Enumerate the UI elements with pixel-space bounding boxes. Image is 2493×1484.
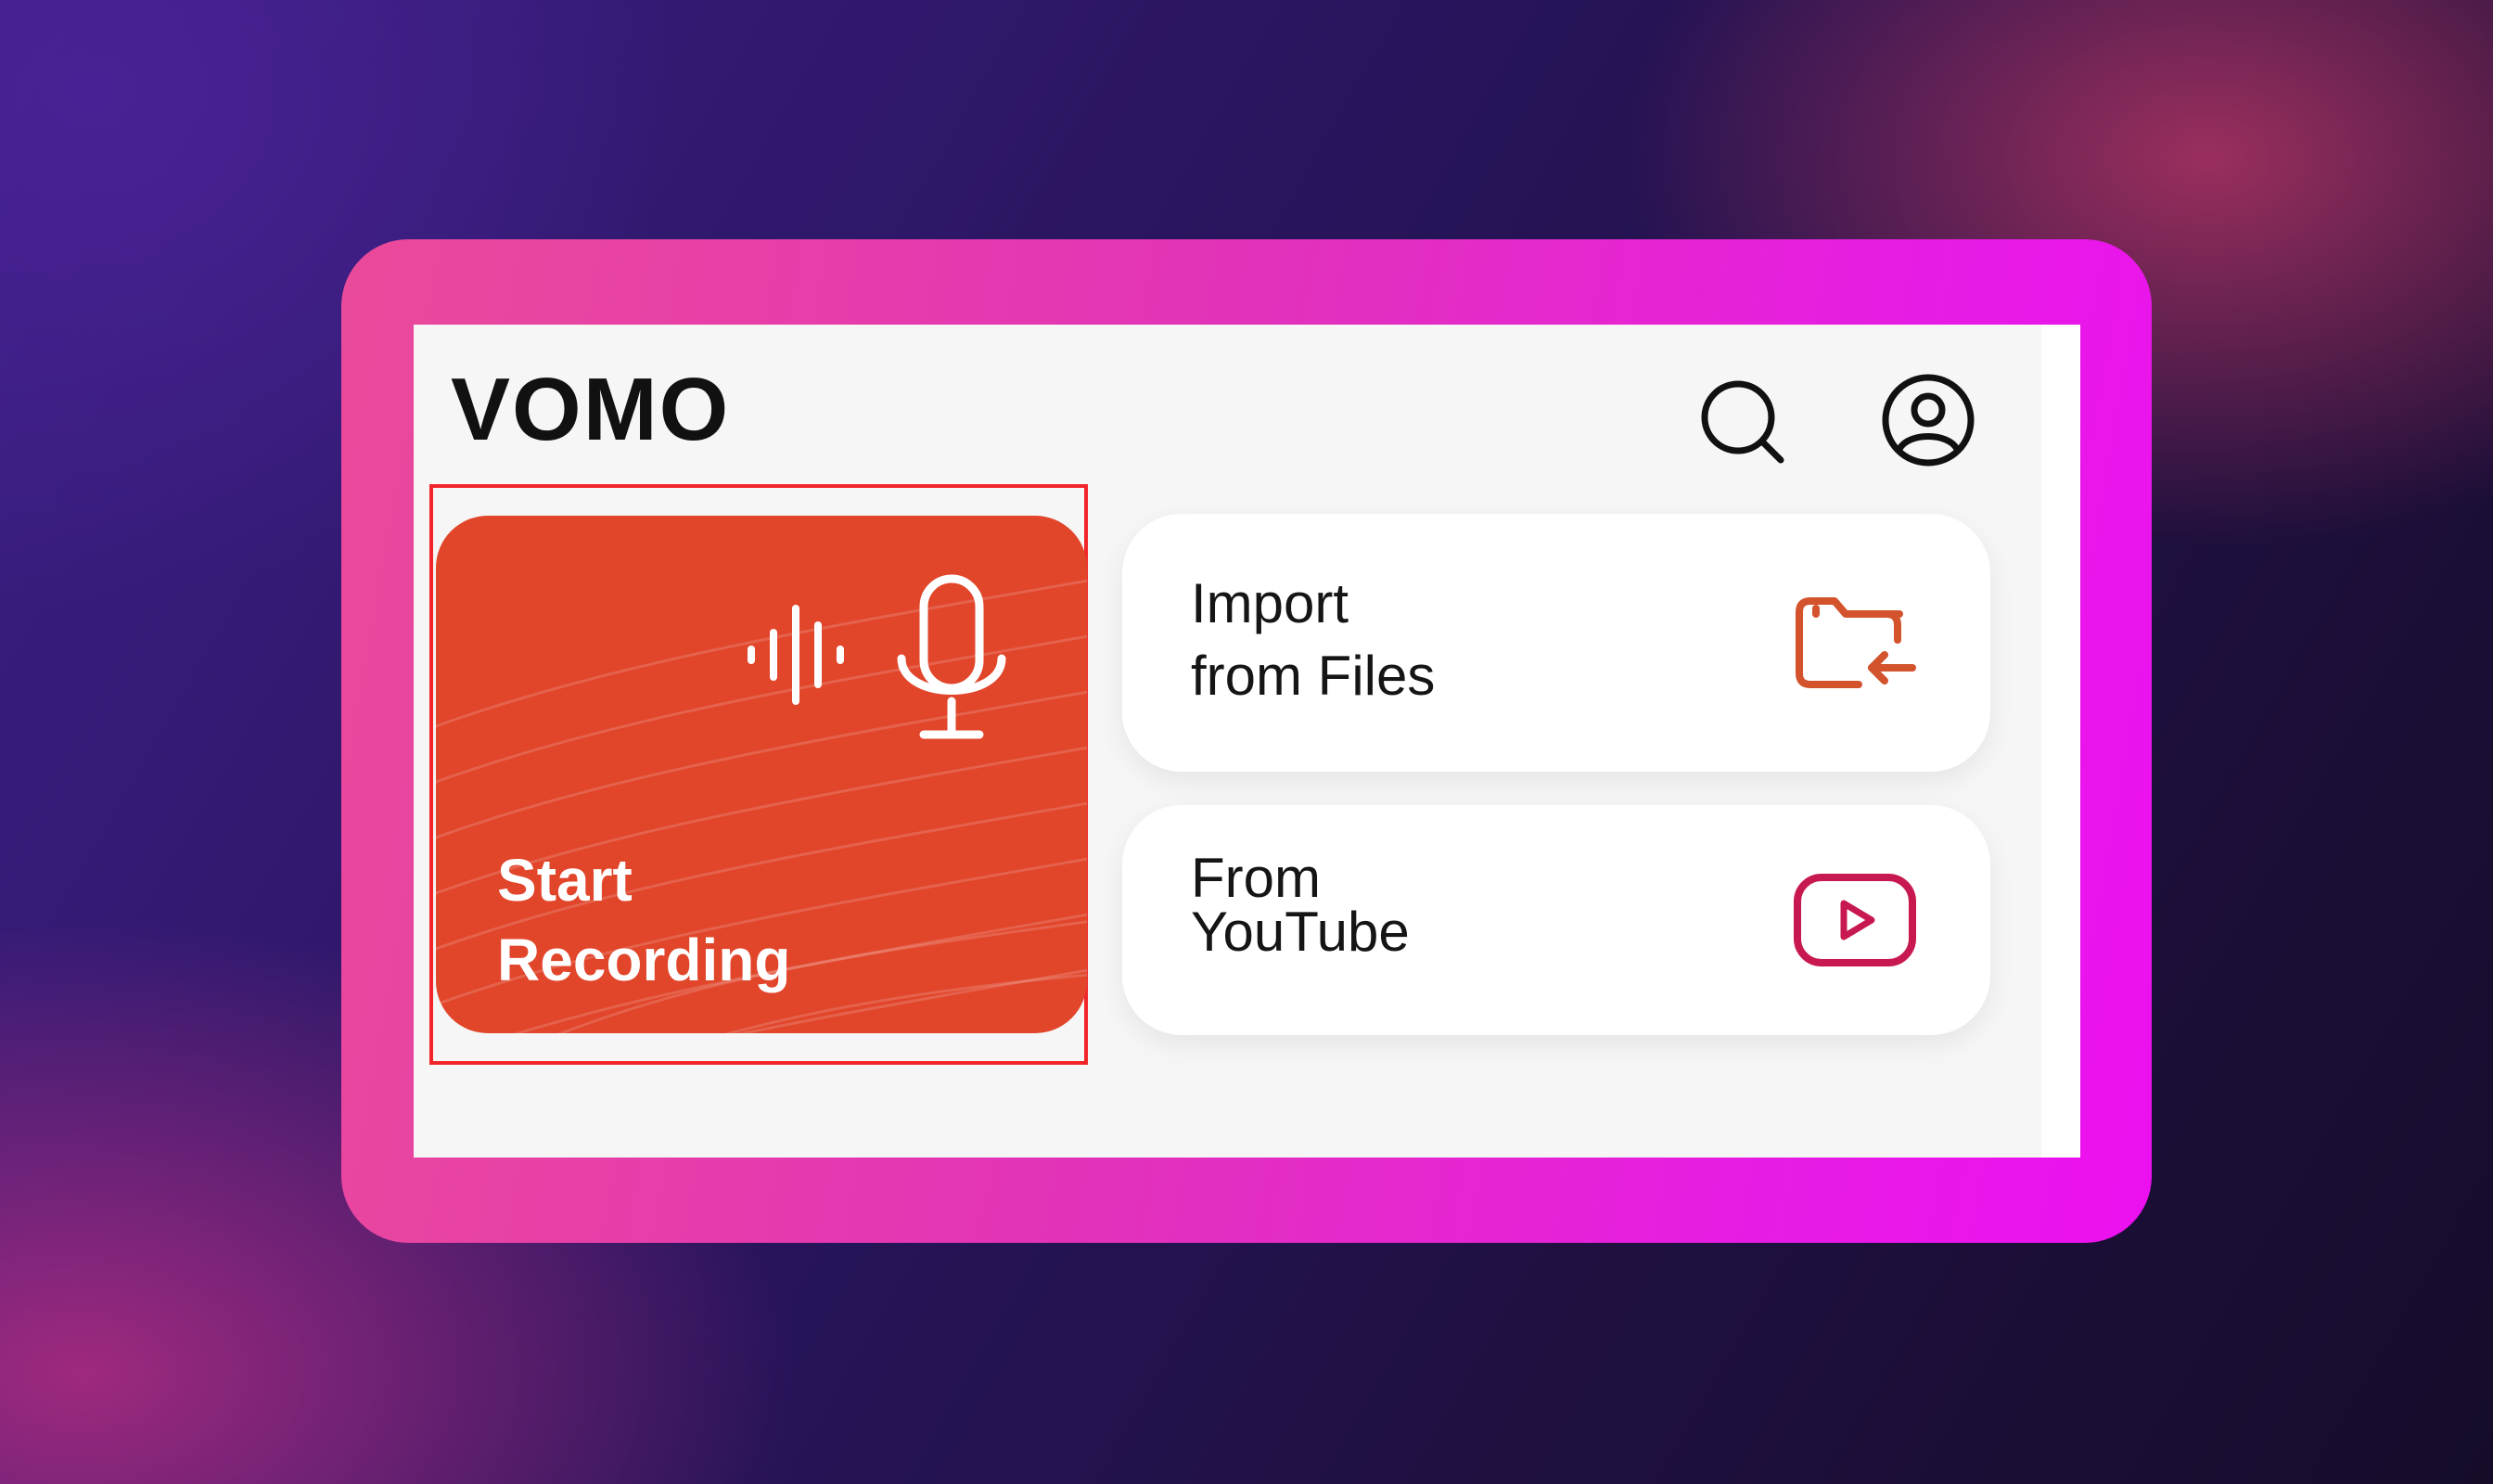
- search-icon[interactable]: [1694, 373, 1796, 475]
- youtube-play-icon: [1794, 874, 1916, 966]
- import-line2: from Files: [1191, 645, 1436, 707]
- import-from-files-button[interactable]: Import from Files: [1122, 514, 1990, 772]
- youtube-line2: YouTube: [1191, 901, 1410, 963]
- app-title: VOMO: [451, 360, 731, 459]
- import-label: Import from Files: [1191, 568, 1435, 712]
- start-recording-line1: Start: [497, 847, 633, 914]
- folder-import-icon: [1796, 597, 1916, 688]
- profile-icon[interactable]: [1877, 369, 1979, 471]
- start-recording-line2: Recording: [497, 927, 791, 993]
- screen-edge: [2041, 325, 2080, 1158]
- microphone-waveform-icon: [748, 574, 1006, 739]
- import-line1: Import: [1191, 572, 1349, 634]
- start-recording-button[interactable]: Start Recording: [436, 516, 1087, 1033]
- from-youtube-button[interactable]: From YouTube: [1122, 805, 1990, 1035]
- youtube-label: From YouTube: [1191, 847, 1410, 963]
- youtube-line1: From: [1191, 847, 1321, 909]
- app-screen: VOMO Start Recording Import from Files F…: [414, 325, 2080, 1158]
- start-recording-label: Start Recording: [497, 840, 1054, 1000]
